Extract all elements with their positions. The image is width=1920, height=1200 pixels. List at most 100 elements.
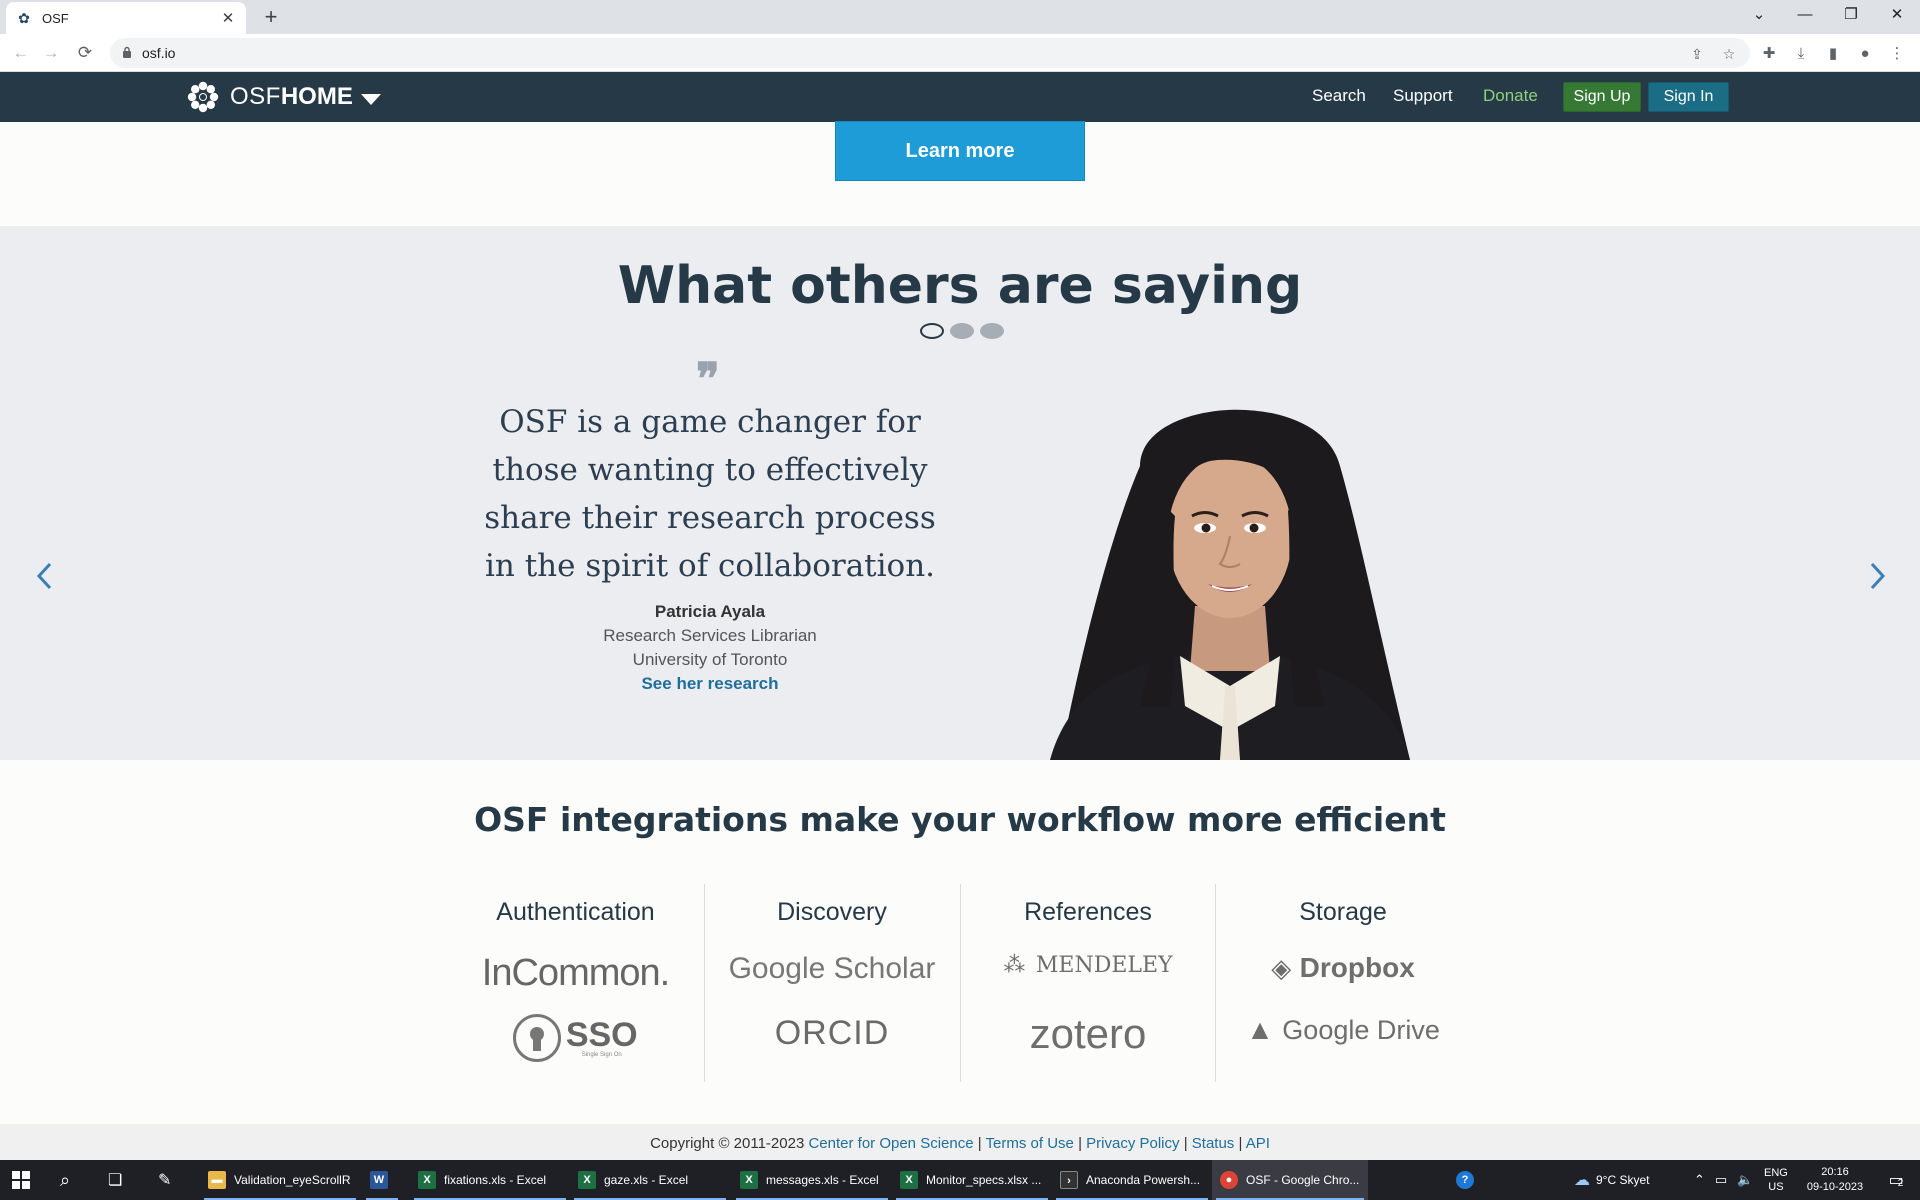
close-window-button[interactable]: ✕ — [1874, 0, 1920, 30]
nav-support-link[interactable]: Support — [1393, 86, 1453, 106]
tab-close-icon[interactable]: ✕ — [220, 9, 236, 27]
testimonials-heading: What others are saying — [617, 256, 1303, 316]
footer-privacy-link[interactable]: Privacy Policy — [1086, 1135, 1179, 1152]
volume-icon[interactable]: 🔈 — [1737, 1172, 1753, 1188]
carousel-prev-arrow-icon[interactable] — [30, 556, 60, 596]
forward-button[interactable]: → — [38, 40, 64, 66]
footer-separator: | — [1238, 1135, 1243, 1152]
taskbar-app-chrome[interactable]: ● OSF - Google Chro... — [1212, 1160, 1368, 1200]
start-button[interactable] — [4, 1160, 44, 1200]
taskbar-app-anaconda[interactable]: › Anaconda Powersh... — [1052, 1160, 1212, 1200]
dropbox-icon: ◈ — [1271, 953, 1292, 983]
sign-in-button[interactable]: Sign In — [1648, 82, 1729, 112]
taskbar-app-word[interactable]: W — [362, 1160, 402, 1200]
nav-search-link[interactable]: Search — [1312, 86, 1366, 106]
browser-menu-icon[interactable]: ⋮ — [1887, 44, 1907, 64]
taskbar-app-label: gaze.xls - Excel — [604, 1173, 689, 1187]
integration-column-title: References — [1024, 898, 1152, 926]
chrome-icon: ● — [1220, 1171, 1238, 1189]
taskbar-app-excel-fixations[interactable]: X fixations.xls - Excel — [410, 1160, 570, 1200]
clock-time: 20:16 — [1821, 1166, 1849, 1178]
notification-button[interactable]: ▭ 2 — [1878, 1160, 1914, 1200]
clock-date: 09-10-2023 — [1806, 1181, 1864, 1193]
excel-icon: X — [900, 1171, 918, 1189]
dropbox-text: Dropbox — [1299, 952, 1415, 983]
learn-more-button[interactable]: Learn more — [835, 121, 1085, 181]
back-button[interactable]: ← — [8, 40, 34, 66]
testimonial-name: Patricia Ayala — [654, 602, 766, 621]
google-drive-icon: ▲ — [1246, 1014, 1274, 1045]
word-icon: W — [370, 1171, 388, 1189]
mendeley-text: MENDELEY — [1035, 953, 1173, 978]
zotero-logo: zotero — [1029, 1010, 1147, 1057]
address-bar[interactable]: osf.io ⇪ ☆ — [110, 38, 1750, 68]
task-view-icon[interactable]: ❏ — [100, 1160, 140, 1200]
google-drive-text: Google Drive — [1282, 1015, 1440, 1045]
weather-cloud-icon: ☁ — [1574, 1172, 1590, 1189]
footer-status-link[interactable]: Status — [1192, 1135, 1235, 1152]
new-tab-button[interactable]: + — [258, 4, 284, 30]
testimonials-section: What others are saying ❞ OSF is a game c… — [0, 226, 1920, 760]
testimonial-quote: OSF is a game changer for those wanting … — [484, 404, 936, 584]
extensions-icon[interactable]: ✚ — [1759, 44, 1779, 64]
integration-column-references: References ⁂ MENDELEY zotero — [960, 884, 1215, 1082]
taskbar-app-excel-messages[interactable]: X messages.xls - Excel — [732, 1160, 892, 1200]
integration-column-title: Authentication — [496, 898, 655, 926]
search-icon[interactable]: ⌕ — [52, 1160, 92, 1200]
pen-tool-icon[interactable]: ✎ — [150, 1160, 190, 1200]
side-panel-icon[interactable]: ▮ — [1823, 44, 1843, 64]
incommon-logo: InCommon. — [481, 952, 670, 994]
weather-text: 9°C Skyet — [1596, 1173, 1650, 1187]
mendeley-icon: ⁂ — [1003, 952, 1026, 977]
language-indicator[interactable]: ENG US — [1764, 1160, 1788, 1200]
nav-donate-link[interactable]: Donate — [1483, 86, 1538, 106]
excel-icon: X — [578, 1171, 596, 1189]
footer-terms-link[interactable]: Terms of Use — [986, 1135, 1074, 1152]
network-icon[interactable]: ▭ — [1715, 1172, 1727, 1188]
download-icon[interactable]: ⤓ — [1791, 44, 1811, 64]
taskbar-app-label: fixations.xls - Excel — [444, 1173, 547, 1187]
url-text: osf.io — [142, 45, 176, 61]
footer-cos-link[interactable]: Center for Open Science — [808, 1135, 973, 1152]
footer-api-link[interactable]: API — [1246, 1135, 1270, 1152]
see-her-research-link[interactable]: See her research — [470, 674, 950, 694]
carousel-dot-1[interactable] — [920, 323, 944, 339]
profile-avatar-icon[interactable]: ● — [1855, 44, 1875, 64]
browser-toolbar: ← → ⟳ osf.io ⇪ ☆ ✚ ⤓ ▮ ● ⋮ — [0, 34, 1920, 72]
clock[interactable]: 20:16 09-10-2023 — [1800, 1160, 1870, 1200]
taskbar-app-excel-gaze[interactable]: X gaze.xls - Excel — [570, 1160, 730, 1200]
lang-bottom: US — [1768, 1181, 1784, 1193]
caret-down-icon[interactable] — [360, 93, 381, 105]
share-icon[interactable]: ⇪ — [1688, 46, 1706, 62]
tab-title: OSF — [42, 10, 69, 26]
windows-taskbar: ⌕ ❏ ✎ ▬ Validation_eyeScrollR W X fixati… — [0, 1160, 1920, 1200]
sso-text: SSO — [565, 1016, 638, 1054]
reload-button[interactable]: ⟳ — [72, 40, 98, 66]
keyhole-icon — [513, 1014, 562, 1062]
carousel-dot-2[interactable] — [950, 323, 974, 339]
osf-home-brand[interactable]: OSF HOME — [186, 81, 381, 113]
osf-navbar: OSF HOME Search Support Donate Sign Up S… — [0, 72, 1920, 122]
tray-chevron-up-icon[interactable]: ⌃ — [1694, 1172, 1705, 1188]
carousel-next-arrow-icon[interactable] — [1862, 556, 1892, 596]
brand-home-text: HOME — [280, 83, 353, 110]
taskbar-app-folder[interactable]: ▬ Validation_eyeScrollR — [200, 1160, 360, 1200]
minimize-button[interactable]: — — [1782, 0, 1828, 30]
folder-icon: ▬ — [208, 1171, 226, 1189]
weather-widget[interactable]: ☁ 9°C Skyet — [1574, 1160, 1649, 1200]
taskbar-app-label: Anaconda Powersh... — [1086, 1173, 1201, 1187]
carousel-indicators — [920, 323, 1004, 339]
testimonial-title: Research Services Librarian — [603, 626, 817, 645]
testimonial-org: University of Toronto — [632, 650, 788, 669]
integration-column-title: Storage — [1299, 898, 1387, 926]
tab-search-chevron-icon[interactable]: ⌄ — [1736, 0, 1782, 30]
help-icon[interactable]: ? — [1448, 1160, 1484, 1200]
bookmark-star-icon[interactable]: ☆ — [1720, 46, 1738, 62]
footer-separator: | — [977, 1135, 982, 1152]
integration-column-authentication: Authentication InCommon. SSO Single Sign… — [448, 884, 703, 1082]
taskbar-app-excel-monitor[interactable]: X Monitor_specs.xlsx ... — [892, 1160, 1052, 1200]
browser-tab-osf[interactable]: ✿ OSF ✕ — [6, 2, 246, 34]
sign-up-button[interactable]: Sign Up — [1563, 82, 1641, 112]
restore-button[interactable]: ❐ — [1828, 0, 1874, 30]
carousel-dot-3[interactable] — [980, 323, 1004, 339]
